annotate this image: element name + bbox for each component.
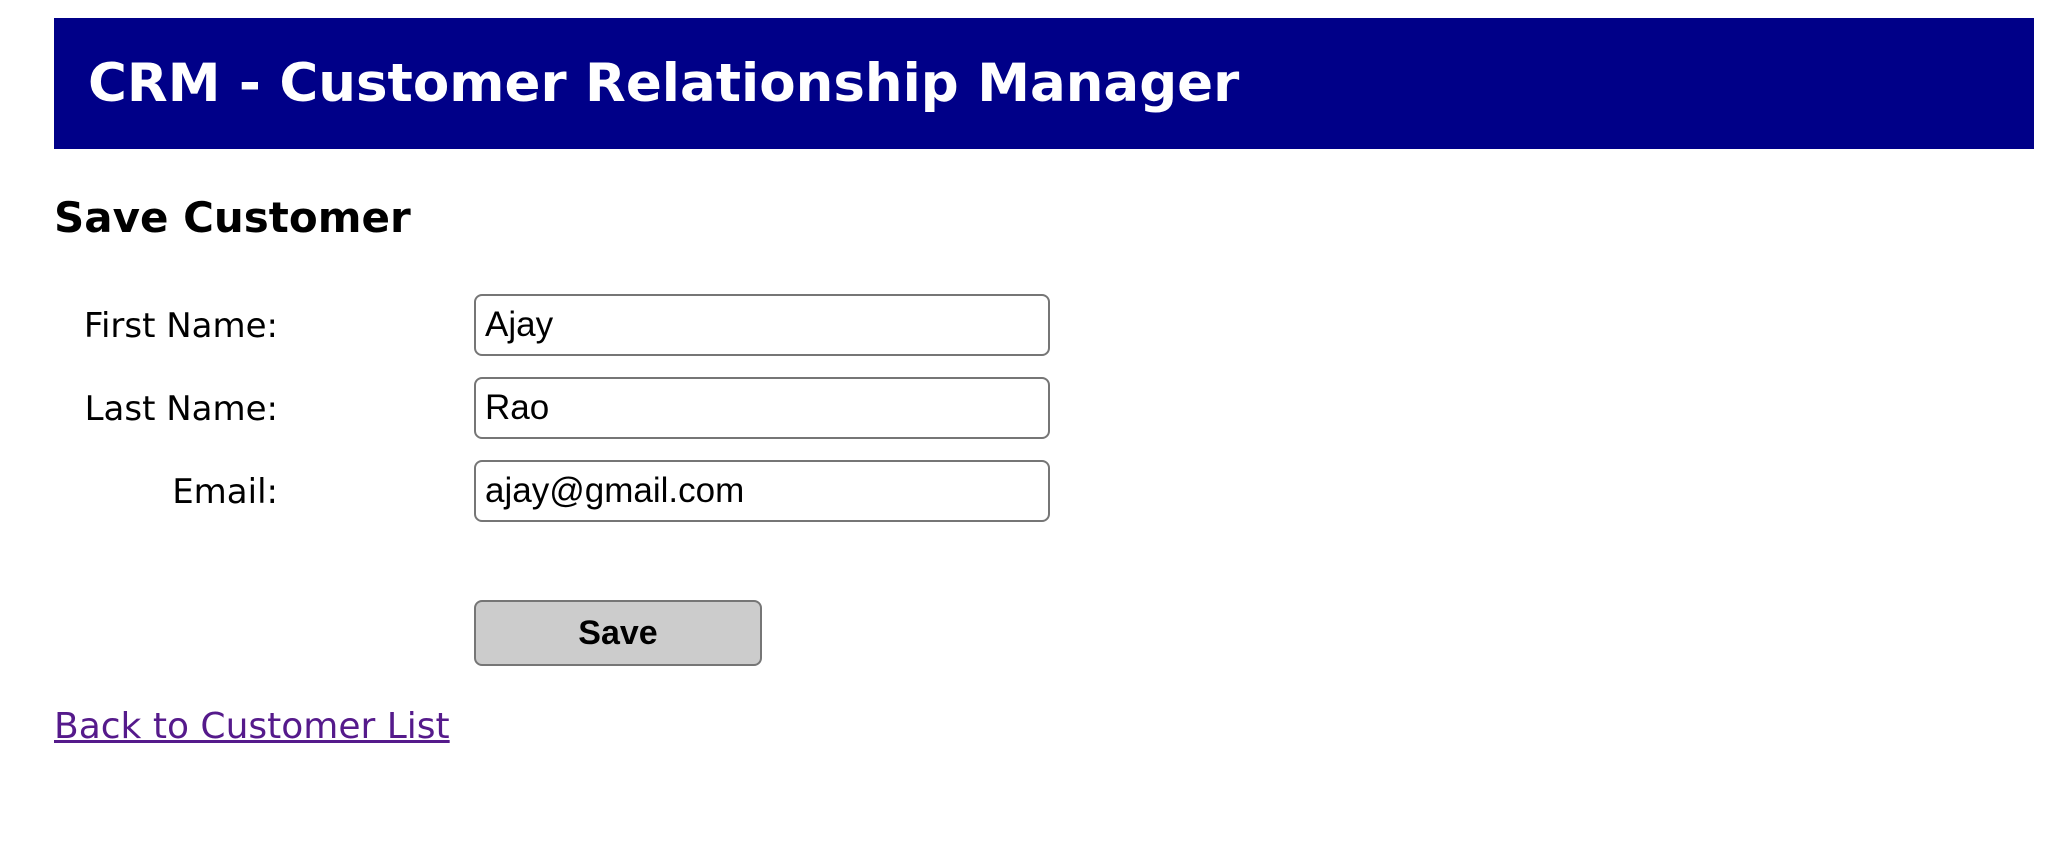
app-header: CRM - Customer Relationship Manager: [54, 18, 2034, 149]
app-title: CRM - Customer Relationship Manager: [88, 53, 1240, 114]
last-name-label: Last Name:: [84, 389, 278, 429]
first-name-field[interactable]: [474, 294, 1050, 356]
page-title: Save Customer: [54, 193, 411, 242]
first-name-label: First Name:: [83, 306, 278, 346]
back-to-customer-list-link[interactable]: Back to Customer List: [54, 703, 450, 751]
email-label: Email:: [172, 472, 278, 512]
last-name-field[interactable]: [474, 377, 1050, 439]
email-field[interactable]: [474, 460, 1050, 522]
save-button[interactable]: Save: [474, 600, 762, 666]
